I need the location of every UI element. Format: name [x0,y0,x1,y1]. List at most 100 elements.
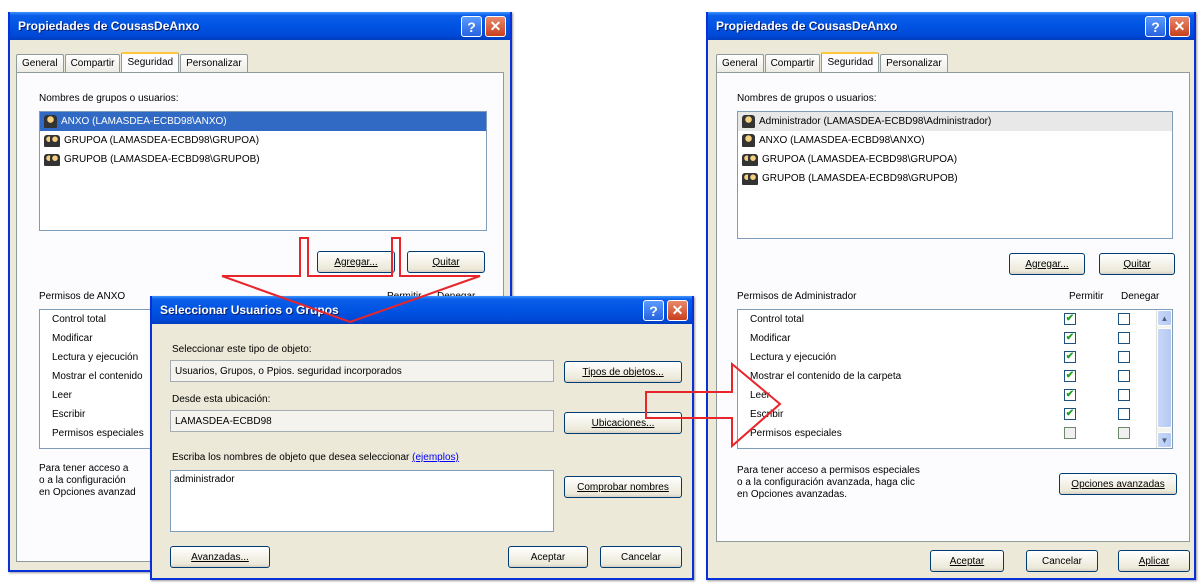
advanced-options-button[interactable]: Opciones avanzadas [1059,473,1177,495]
perm-name: Leer [750,390,771,401]
user-icon [742,115,755,128]
names-label: Escriba los nombres de objeto que desea … [172,452,410,463]
perm-name: Mostrar el contenido de la carpeta [750,371,902,382]
permit-checkbox[interactable]: ✔ [1064,408,1076,420]
left-window-titlebar[interactable]: Propiedades de CousasDeAnxo ? ✕ [10,12,510,40]
list-item-label: Administrador (LAMASDEA-ECBD98\Administr… [759,116,992,127]
group-icon [742,153,758,166]
advanced-options-label: Opciones avanzadas [1071,478,1165,490]
apply-button[interactable]: Aplicar [1118,550,1190,572]
close-icon[interactable]: ✕ [1169,16,1190,37]
scroll-up-icon[interactable]: ▲ [1157,310,1172,326]
locations-button[interactable]: Ubicaciones... [564,412,682,434]
right-perms-list[interactable]: Control total ✔ Modificar ✔ Lectura y ej… [737,309,1173,449]
info-line-1: Para tener acceso a permisos especiales [737,465,920,476]
deny-checkbox[interactable] [1118,370,1130,382]
help-icon[interactable]: ? [461,16,482,37]
permit-checkbox[interactable]: ✔ [1064,313,1076,325]
list-item[interactable]: Administrador (LAMASDEA-ECBD98\Administr… [738,112,1172,131]
list-item-label: GRUPOA (LAMASDEA-ECBD98\GRUPOA) [762,154,958,165]
perm-row: Modificar ✔ [738,329,1172,348]
group-icon [742,172,758,185]
left-users-list[interactable]: ANXO (LAMASDEA-ECBD98\ANXO) GRUPOA (LAMA… [39,111,487,231]
remove-button[interactable]: Quitar [407,251,485,273]
right-properties-window: Propiedades de CousasDeAnxo ? ✕ General … [706,12,1196,580]
ok-button-label: Aceptar [949,555,985,567]
info-line-2: o a la configuración [39,475,126,486]
scroll-down-icon[interactable]: ▼ [1157,432,1172,448]
examples-link[interactable]: (ejemplos) [412,452,459,463]
list-item[interactable]: GRUPOB (LAMASDEA-ECBD98\GRUPOB) [40,150,486,169]
info-line-1: Para tener acceso a [39,463,129,474]
perm-name: Modificar [750,333,791,344]
deny-checkbox[interactable] [1118,313,1130,325]
permit-header: Permitir [1069,291,1104,302]
right-users-list[interactable]: Administrador (LAMASDEA-ECBD98\Administr… [737,111,1173,239]
tab-compartir[interactable]: Compartir [764,54,821,72]
user-icon [742,134,755,147]
tab-general[interactable]: General [16,54,64,72]
remove-button[interactable]: Quitar [1099,253,1175,275]
list-item[interactable]: ANXO (LAMASDEA-ECBD98\ANXO) [40,112,486,131]
tab-compartir[interactable]: Compartir [64,54,121,72]
tab-seguridad[interactable]: Seguridad [821,52,880,72]
object-types-label: Tipos de objetos... [582,366,664,378]
list-item[interactable]: GRUPOA (LAMASDEA-ECBD98\GRUPOA) [40,131,486,150]
perm-name: Lectura y ejecución [750,352,837,363]
cancel-button-label: Cancelar [1041,555,1083,567]
permit-checkbox[interactable]: ✔ [1064,389,1076,401]
deny-checkbox[interactable] [1118,427,1130,439]
permit-checkbox[interactable] [1064,427,1076,439]
permit-checkbox[interactable]: ✔ [1064,351,1076,363]
close-icon[interactable]: ✕ [667,300,688,321]
group-icon [44,134,60,147]
left-window-title: Propiedades de CousasDeAnxo [18,19,200,33]
list-item-label: GRUPOB (LAMASDEA-ECBD98\GRUPOB) [64,154,260,165]
list-item-label: GRUPOB (LAMASDEA-ECBD98\GRUPOB) [762,173,958,184]
add-button[interactable]: Agregar... [317,251,395,273]
right-window-titlebar[interactable]: Propiedades de CousasDeAnxo ? ✕ [708,12,1194,40]
object-type-field: Usuarios, Grupos, o Ppios. seguridad inc… [170,360,554,382]
perm-name: Escribir [52,409,86,420]
object-names-input[interactable]: administrador [170,470,554,532]
perm-name: Mostrar el contenido [52,371,143,382]
list-item[interactable]: GRUPOA (LAMASDEA-ECBD98\GRUPOA) [738,150,1172,169]
dialog-cancel-button[interactable]: Cancelar [600,546,682,568]
check-names-label: Comprobar nombres [577,481,669,493]
info-line-2: o a la configuración avanzada, haga clic [737,477,915,488]
dialog-title: Seleccionar Usuarios o Grupos [160,303,339,317]
list-item[interactable]: ANXO (LAMASDEA-ECBD98\ANXO) [738,131,1172,150]
add-button[interactable]: Agregar... [1009,253,1085,275]
deny-checkbox[interactable] [1118,351,1130,363]
ok-button[interactable]: Aceptar [930,550,1004,572]
permit-checkbox[interactable]: ✔ [1064,370,1076,382]
scroll-thumb[interactable] [1157,328,1172,428]
object-types-button[interactable]: Tipos de objetos... [564,361,682,383]
names-label-row: Escriba los nombres de objeto que desea … [172,452,459,463]
tab-personalizar[interactable]: Personalizar [880,54,948,72]
right-tabs: General Compartir Seguridad Personalizar [716,52,949,72]
cancel-button[interactable]: Cancelar [1026,550,1098,572]
list-item-label: GRUPOA (LAMASDEA-ECBD98\GRUPOA) [64,135,260,146]
location-label: Desde esta ubicación: [172,394,271,405]
dialog-ok-button[interactable]: Aceptar [508,546,588,568]
tab-personalizar[interactable]: Personalizar [180,54,248,72]
perm-row: Escribir ✔ [738,405,1172,424]
tab-general[interactable]: General [716,54,764,72]
perms-scrollbar[interactable]: ▲ ▼ [1156,310,1172,448]
help-icon[interactable]: ? [643,300,664,321]
advanced-button[interactable]: Avanzadas... [170,546,270,568]
perm-name: Control total [750,314,804,325]
deny-checkbox[interactable] [1118,332,1130,344]
help-icon[interactable]: ? [1145,16,1166,37]
close-icon[interactable]: ✕ [485,16,506,37]
deny-checkbox[interactable] [1118,408,1130,420]
list-item[interactable]: GRUPOB (LAMASDEA-ECBD98\GRUPOB) [738,169,1172,188]
list-item-label: ANXO (LAMASDEA-ECBD98\ANXO) [759,135,925,146]
check-names-button[interactable]: Comprobar nombres [564,476,682,498]
tab-seguridad[interactable]: Seguridad [121,52,180,72]
deny-checkbox[interactable] [1118,389,1130,401]
dialog-titlebar[interactable]: Seleccionar Usuarios o Grupos ? ✕ [152,296,692,324]
list-item-label: ANXO (LAMASDEA-ECBD98\ANXO) [61,116,227,127]
permit-checkbox[interactable]: ✔ [1064,332,1076,344]
